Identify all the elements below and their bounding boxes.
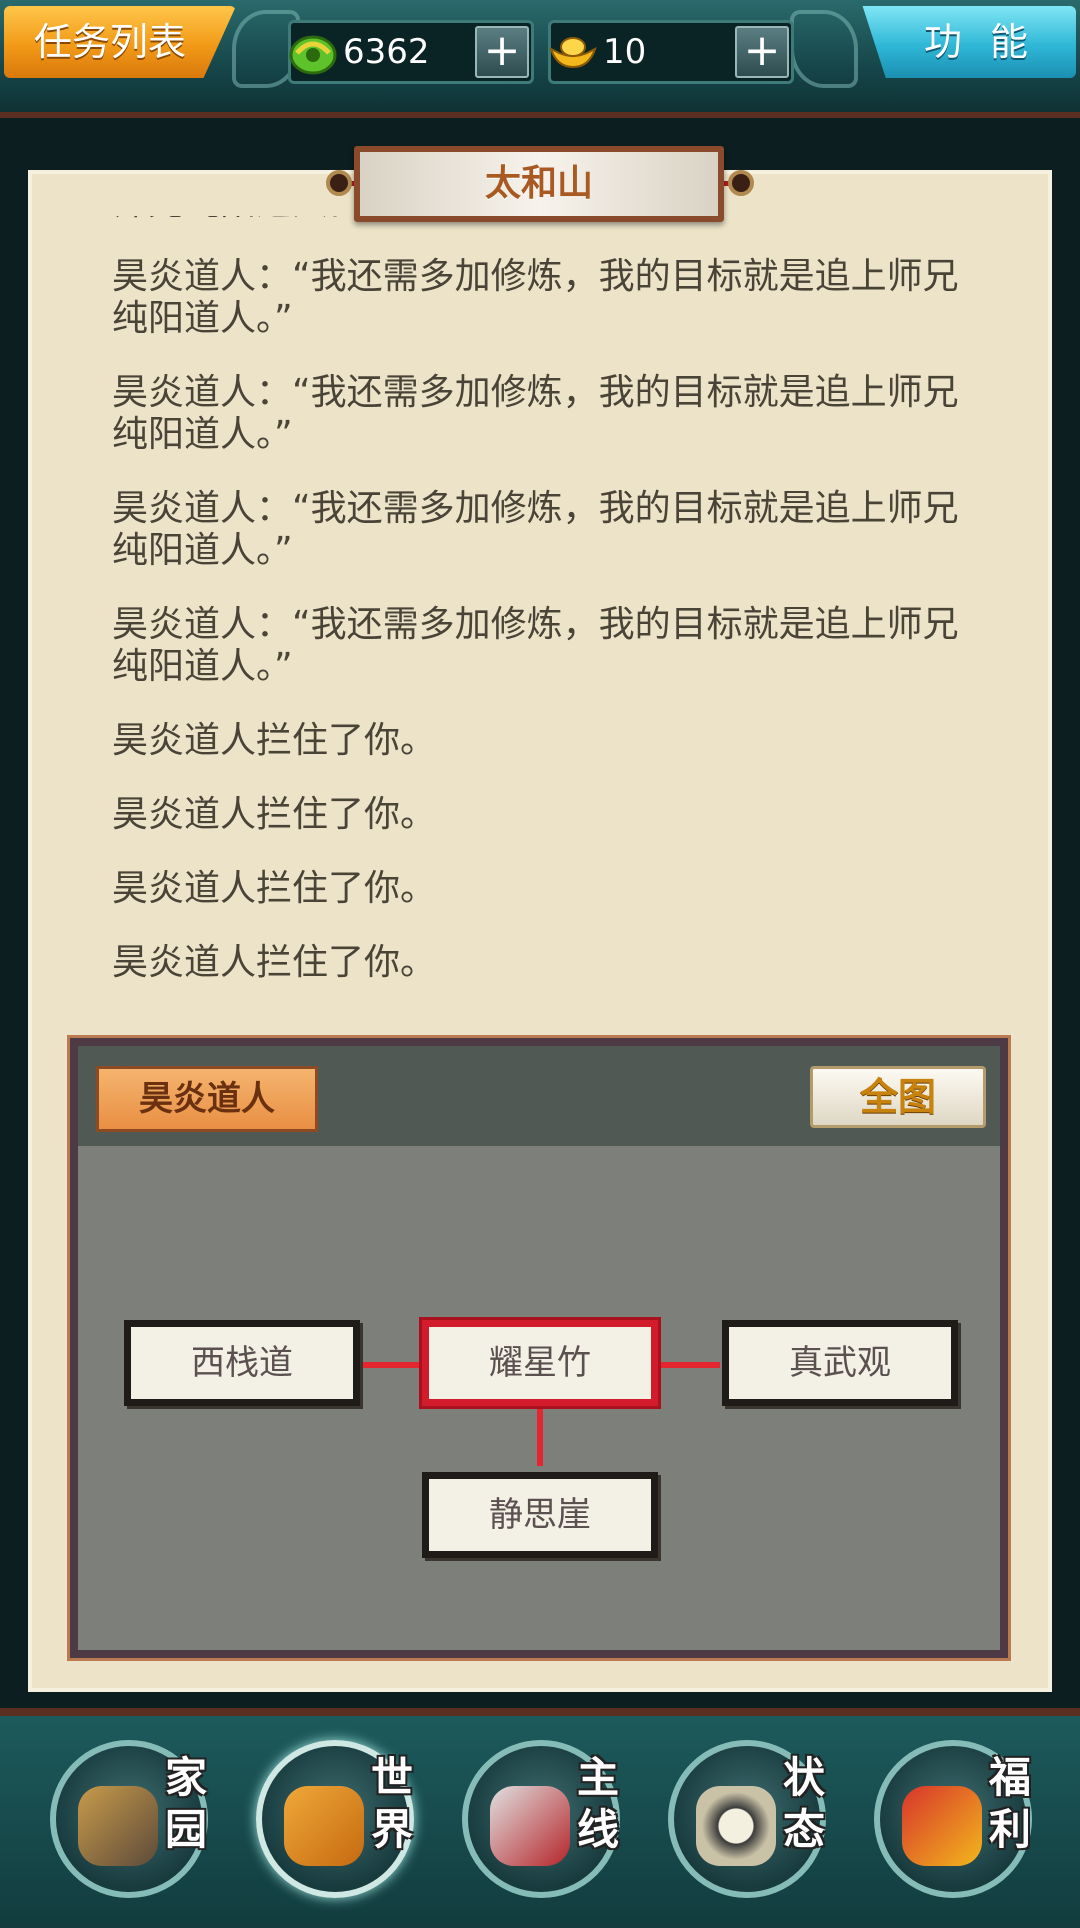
ornament-right	[790, 10, 858, 88]
nav-home[interactable]: 家 园	[50, 1740, 208, 1898]
story-line: 昊炎道人拦住了你。	[112, 794, 437, 835]
full-map-button[interactable]: 全图	[810, 1066, 986, 1128]
story-line: 昊炎道人拦住了你。	[112, 868, 437, 909]
nav-home-label: 家 园	[164, 1753, 207, 1854]
nav-main-quest[interactable]: 主 线	[462, 1740, 620, 1898]
story-line: 师兄纯阳道人。”	[112, 216, 962, 224]
map-node-current[interactable]: 耀星竹	[422, 1320, 658, 1406]
story-line: 昊炎道人：“我还需多加修炼，我的目标就是追上师兄纯阳道人。”	[112, 604, 959, 687]
jade-coin-icon	[289, 35, 337, 75]
area-map: 昊炎道人 全图 西栈道 耀星竹 真武观 静思崖	[67, 1035, 1011, 1661]
bagua-icon	[696, 1786, 776, 1866]
story-line: 昊炎道人：“我还需多加修炼，我的目标就是追上师兄纯阳道人。”	[112, 256, 959, 339]
top-bar: 任务列表 6362 + 10 + 功能	[0, 0, 1080, 118]
gift-bag-icon	[902, 1786, 982, 1866]
route-link-south	[537, 1402, 543, 1466]
gold-amount: 10	[603, 32, 647, 72]
gold-currency: 10 +	[548, 20, 794, 84]
jade-currency: 6362 +	[288, 20, 534, 84]
house-icon	[78, 1786, 158, 1866]
nav-world[interactable]: 世 界	[256, 1740, 414, 1898]
story-line: 昊炎道人：“我还需多加修炼，我的目标就是追上师兄纯阳道人。”	[112, 372, 959, 455]
story-line: 昊炎道人拦住了你。	[112, 942, 437, 983]
story-line: 昊炎道人：“我还需多加修炼，我的目标就是追上师兄纯阳道人。”	[112, 488, 959, 571]
jade-amount: 6362	[343, 32, 430, 72]
map-node-east[interactable]: 真武观	[722, 1320, 958, 1406]
map-header: 昊炎道人 全图	[78, 1046, 1000, 1146]
title-knob-right	[728, 170, 754, 196]
map-node-south[interactable]: 静思崖	[422, 1472, 658, 1558]
quest-scroll-icon	[490, 1786, 570, 1866]
gold-ingot-icon	[549, 37, 597, 69]
function-button[interactable]: 功能	[862, 6, 1076, 78]
nav-welfare[interactable]: 福 利	[874, 1740, 1032, 1898]
map-node-west[interactable]: 西栈道	[124, 1320, 360, 1406]
nav-welfare-label: 福 利	[988, 1753, 1031, 1854]
location-title: 太和山	[354, 146, 724, 222]
nav-status-label: 状 态	[782, 1753, 825, 1854]
npc-button[interactable]: 昊炎道人	[96, 1066, 318, 1132]
nav-world-label: 世 界	[370, 1753, 413, 1854]
title-knob-left	[326, 170, 352, 196]
route-link-east	[652, 1362, 720, 1368]
nav-main-quest-label: 主 线	[576, 1753, 619, 1854]
story-line: 昊炎道人拦住了你。	[112, 720, 437, 761]
add-gold-button[interactable]: +	[735, 26, 789, 78]
story-log[interactable]: 师兄纯阳道人。” 昊炎道人：“我还需多加修炼，我的目标就是追上师兄纯阳道人。” …	[112, 216, 962, 1024]
route-link-west	[356, 1362, 424, 1368]
nav-status[interactable]: 状 态	[668, 1740, 826, 1898]
task-list-button[interactable]: 任务列表	[4, 6, 236, 78]
world-map-icon	[284, 1786, 364, 1866]
bottom-nav: 家 园 世 界 主 线 状 态 福 利	[0, 1708, 1080, 1928]
add-jade-button[interactable]: +	[475, 26, 529, 78]
